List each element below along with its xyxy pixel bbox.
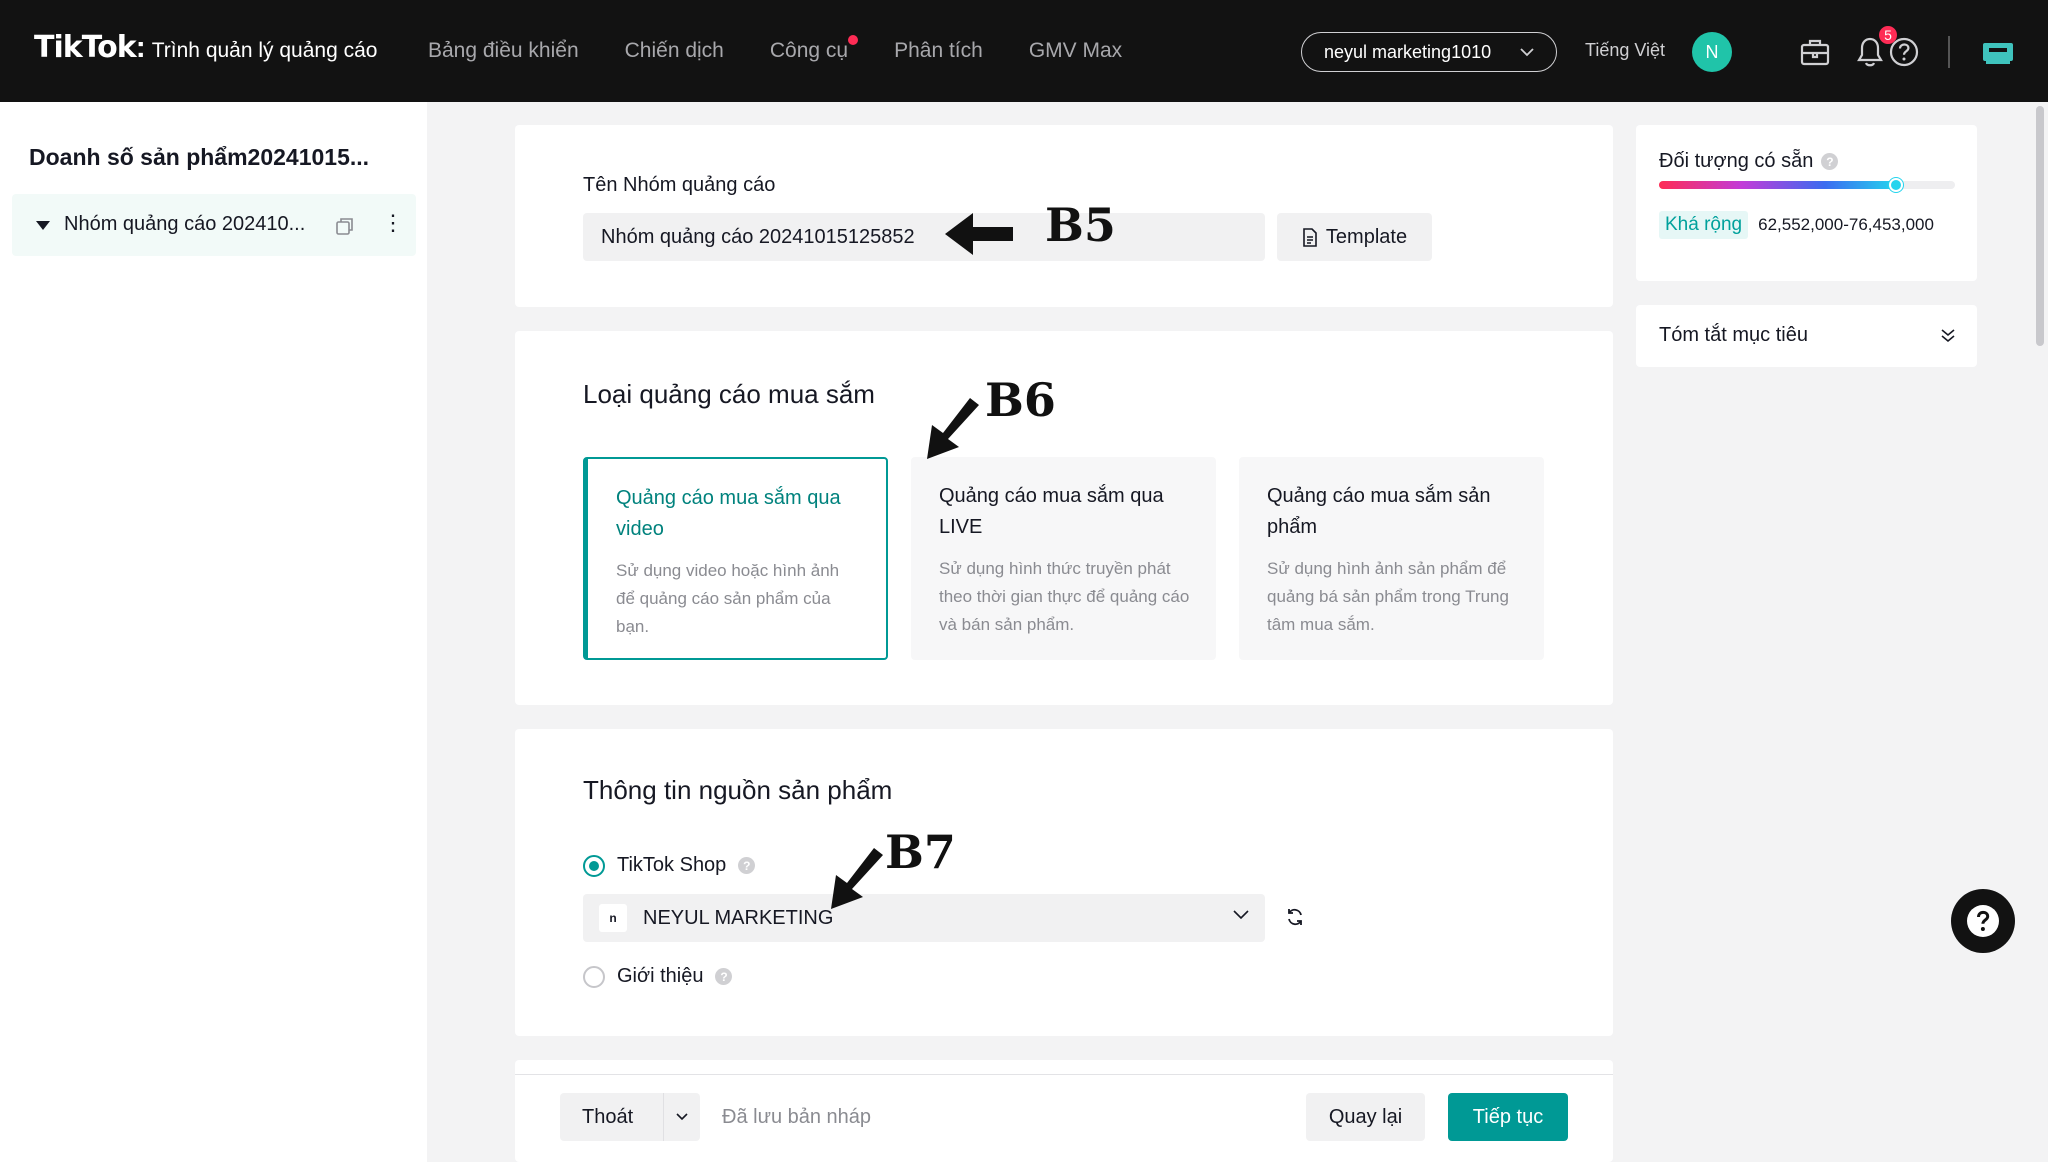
- chevron-down-icon: [1233, 910, 1249, 920]
- shopping-ad-type-card: Loại quảng cáo mua sắm Quảng cáo mua sắm…: [515, 331, 1613, 705]
- notification-bell[interactable]: 5: [1826, 24, 1899, 68]
- sidebar-item-label: Nhóm quảng cáo 202410...: [64, 213, 306, 235]
- option-product-title: Quảng cáo mua sắm sản phẩm: [1267, 485, 1491, 538]
- account-name: neyul marketing1010: [1324, 41, 1492, 62]
- targeting-summary-title: Tóm tắt mục tiêu: [1659, 324, 1808, 346]
- nav-analytics[interactable]: Phân tích: [894, 39, 983, 63]
- audience-gauge-fill: [1659, 181, 1896, 189]
- sidebar-item-adgroup[interactable]: Nhóm quảng cáo 202410... ⋮: [12, 194, 416, 256]
- tiktok-shop-label: TikTok Shop: [617, 854, 727, 876]
- exit-button[interactable]: Thoát: [560, 1093, 700, 1141]
- shop-select[interactable]: n NEYUL MARKETING: [583, 894, 1265, 942]
- annotation-label-b5: B5: [1045, 198, 1116, 252]
- help-circle-icon[interactable]: [1888, 36, 1920, 68]
- option-video-shopping[interactable]: Quảng cáo mua sắm qua video Sử dụng vide…: [583, 457, 888, 660]
- nav-tools-dot: [848, 35, 859, 45]
- adgroup-name-label: Tên Nhóm quảng cáo: [583, 174, 776, 196]
- help-icon[interactable]: ?: [715, 968, 733, 985]
- nav-tools-label: Công cụ: [769, 39, 849, 62]
- help-icon[interactable]: ?: [1821, 153, 1839, 170]
- radio-showcase[interactable]: Giới thiệu ?: [583, 965, 733, 988]
- product-name: Trình quản lý quảng cáo: [151, 39, 378, 62]
- header-divider: [1948, 36, 1950, 68]
- audience-gauge-knob: [1888, 178, 1903, 192]
- audience-estimate: Khá rộng 62,552,000-76,453,000: [1659, 211, 1934, 239]
- nav-tools[interactable]: Công cụ: [769, 35, 859, 63]
- language-switcher[interactable]: Tiếng Việt: [1585, 40, 1665, 61]
- shop-select-value: NEYUL MARKETING: [643, 906, 834, 929]
- option-live-desc: Sử dụng hình thức truyền phát theo thời …: [939, 559, 1190, 634]
- nav-dashboard[interactable]: Bảng điều khiển: [428, 39, 579, 63]
- copy-icon[interactable]: [335, 216, 355, 236]
- document-icon: [1303, 227, 1317, 247]
- showcase-label: Giới thiệu: [617, 965, 704, 987]
- shop-logo: n: [599, 904, 627, 932]
- logo-separator: :: [135, 31, 146, 64]
- main-nav: Bảng điều khiển Chiến dịch Công cụ Phân …: [428, 0, 1122, 102]
- option-live-title: Quảng cáo mua sắm qua LIVE: [939, 485, 1164, 538]
- audience-size-card: Đối tượng có sẵn ? Khá rộng 62,552,000-7…: [1636, 125, 1977, 281]
- option-video-title: Quảng cáo mua sắm qua video: [616, 487, 841, 540]
- academy-icon[interactable]: [1980, 36, 2016, 68]
- exit-label: Thoát: [582, 1105, 634, 1128]
- option-video-desc: Sử dụng video hoặc hình ảnh để quảng cáo…: [616, 561, 840, 636]
- annotation-arrow-b6: [927, 398, 979, 459]
- annotation-label-b7: B7: [885, 825, 956, 879]
- annotation-arrow-b7: [831, 848, 883, 909]
- campaign-title[interactable]: Doanh số sản phẩm20241015...: [29, 144, 369, 171]
- template-button[interactable]: Template: [1277, 213, 1432, 261]
- page-scrollbar[interactable]: [2036, 106, 2044, 346]
- annotation-arrow-b5: [945, 213, 1013, 255]
- logo-wordmark: TikTok: [34, 30, 137, 65]
- audience-range: 62,552,000-76,453,000: [1758, 215, 1934, 234]
- targeting-summary-card[interactable]: Tóm tắt mục tiêu: [1636, 305, 1977, 367]
- floating-help-button[interactable]: [1951, 889, 2015, 953]
- footer-divider: [515, 1074, 1613, 1075]
- exit-dropdown[interactable]: [663, 1093, 700, 1141]
- audience-title: Đối tượng có sẵn ?: [1659, 150, 1839, 173]
- caret-down-icon[interactable]: [36, 221, 50, 230]
- option-live-shopping[interactable]: Quảng cáo mua sắm qua LIVE Sử dụng hình …: [911, 457, 1216, 660]
- back-button[interactable]: Quay lại: [1306, 1093, 1425, 1141]
- radio-tiktok-shop[interactable]: TikTok Shop ?: [583, 854, 756, 877]
- nav-campaigns[interactable]: Chiến dịch: [625, 39, 724, 63]
- audience-title-text: Đối tượng có sẵn: [1659, 150, 1814, 172]
- help-circle-icon: [1967, 905, 1999, 937]
- product-source-card: Thông tin nguồn sản phẩm TikTok Shop ? n…: [515, 729, 1613, 1036]
- annotation-label-b6: B6: [985, 373, 1056, 427]
- footer-action-bar: Thoát Đã lưu bản nháp Quay lại Tiếp tục: [515, 1060, 1613, 1162]
- adgroup-name-input[interactable]: Nhóm quảng cáo 20241015125852: [583, 213, 1265, 261]
- chevron-down-icon: [676, 1113, 688, 1121]
- audience-size-badge: Khá rộng: [1659, 211, 1749, 239]
- radio-unselected[interactable]: [583, 965, 605, 988]
- refresh-icon[interactable]: [1285, 907, 1305, 927]
- help-icon[interactable]: ?: [738, 857, 756, 874]
- campaign-tree-sidebar: Doanh số sản phẩm20241015... Nhóm quảng …: [0, 102, 427, 1162]
- product-source-title: Thông tin nguồn sản phẩm: [583, 775, 893, 805]
- audience-gauge: [1659, 178, 1955, 192]
- tiktok-logo[interactable]: TikTok : Trình quản lý quảng cáo: [34, 30, 377, 65]
- chevron-down-icon: [1520, 47, 1534, 56]
- account-selector[interactable]: neyul marketing1010: [1301, 32, 1557, 72]
- template-label: Template: [1325, 225, 1408, 248]
- double-chevron-down-icon[interactable]: [1941, 327, 1955, 343]
- more-options-icon[interactable]: ⋮: [382, 212, 404, 234]
- avatar[interactable]: N: [1692, 32, 1732, 72]
- continue-button[interactable]: Tiếp tục: [1448, 1093, 1568, 1141]
- adgroup-name-card: Tên Nhóm quảng cáo Nhóm quảng cáo 202410…: [515, 125, 1613, 307]
- shopping-type-title: Loại quảng cáo mua sắm: [583, 379, 875, 409]
- top-nav-bar: TikTok : Trình quản lý quảng cáo Bảng đi…: [0, 0, 2048, 102]
- draft-status: Đã lưu bản nháp: [722, 1106, 872, 1128]
- option-product-shopping[interactable]: Quảng cáo mua sắm sản phẩm Sử dụng hình …: [1239, 457, 1544, 660]
- option-product-desc: Sử dụng hình ảnh sản phẩm để quảng bá sả…: [1267, 559, 1509, 634]
- nav-gmv-max[interactable]: GMV Max: [1029, 39, 1122, 63]
- radio-selected[interactable]: [583, 854, 605, 877]
